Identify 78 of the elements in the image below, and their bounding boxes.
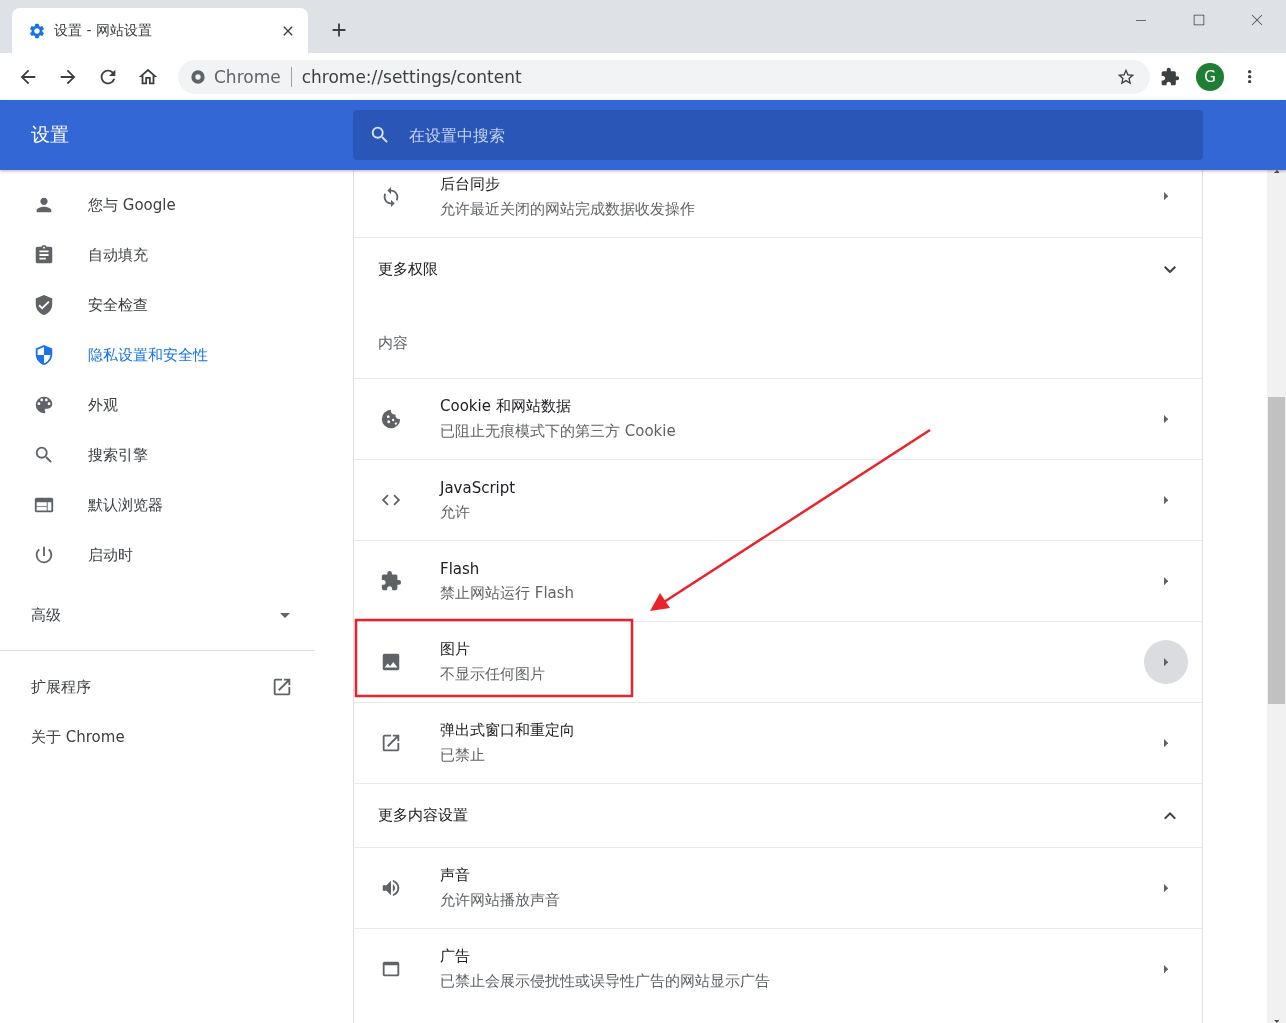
settings-icon — [28, 21, 46, 40]
url-text: chrome://settings/content — [301, 66, 523, 87]
sidebar-item[interactable]: 自动填充 — [0, 230, 315, 280]
scrollbar[interactable] — [1267, 170, 1286, 1023]
minimize-icon — [1135, 19, 1147, 21]
section-heading: 内容 — [378, 334, 408, 353]
tab-title: 设置 - 网站设置 — [54, 21, 153, 40]
row-title: 弹出式窗口和重定向 — [440, 721, 576, 740]
power-icon — [33, 544, 55, 566]
shield-check-icon — [33, 294, 55, 316]
sidebar-item[interactable]: 您与 Google — [0, 180, 315, 230]
dropdown-caret-icon — [280, 612, 290, 618]
row-title: Cookie 和网站数据 — [440, 397, 572, 416]
row-subtitle: 允许 — [440, 502, 471, 522]
row-title: 图片 — [440, 640, 471, 659]
puzzle-icon — [380, 570, 402, 592]
settings-row[interactable]: JavaScript 允许 — [354, 459, 1202, 540]
open-in-new-icon — [380, 732, 402, 754]
row-arrow-button[interactable] — [1144, 640, 1188, 684]
row-subtitle: 禁止网站运行 Flash — [440, 583, 576, 603]
search-icon — [369, 124, 391, 146]
site-label: Chrome — [214, 66, 281, 87]
row-subtitle: 已阻止无痕模式下的第三方 Cookie — [440, 422, 677, 441]
row-title: 声音 — [440, 866, 471, 885]
sidebar-item[interactable]: 搜索引擎 — [0, 430, 315, 480]
settings-row[interactable]: 广告 已禁止会展示侵扰性或误导性广告的网站显示广告 — [354, 928, 1202, 1009]
palette-icon — [33, 394, 55, 416]
sidebar-item[interactable]: 默认浏览器 — [0, 480, 315, 530]
clipboard-icon — [33, 244, 55, 266]
cookie-icon — [380, 408, 402, 430]
section-toggle[interactable]: 更多内容设置 — [354, 783, 1202, 847]
settings-row[interactable]: 弹出式窗口和重定向 已禁止 — [354, 702, 1202, 783]
caret-icon — [1163, 883, 1169, 893]
sidebar-item[interactable]: 安全检查 — [0, 280, 315, 330]
row-title: 后台同步 — [440, 174, 501, 194]
sidebar-link[interactable]: 扩展程序 — [0, 662, 315, 712]
chevron-up-icon — [1164, 811, 1176, 820]
more-icon — [1248, 69, 1252, 84]
settings-row[interactable]: Cookie 和网站数据 已阻止无痕模式下的第三方 Cookie — [354, 378, 1202, 459]
row-subtitle: 允许最近关闭的网站完成数据收发操作 — [440, 199, 696, 219]
sidebar-item[interactable]: 隐私设置和安全性 — [0, 330, 315, 380]
image-icon — [380, 651, 402, 673]
puzzle-icon — [1160, 66, 1180, 87]
sidebar-link[interactable]: 关于 Chrome — [0, 712, 315, 762]
browser-tab[interactable]: 设置 - 网站设置 — [12, 8, 308, 53]
row-subtitle: 已禁止 — [440, 746, 486, 765]
advanced-toggle[interactable]: 高级 — [0, 590, 315, 640]
row-title: Flash — [440, 559, 481, 578]
settings-row[interactable]: 后台同步 允许最近关闭的网站完成数据收发操作 — [354, 170, 1202, 237]
row-subtitle: 允许网站播放声音 — [440, 891, 561, 910]
settings-row[interactable]: 声音 允许网站播放声音 — [354, 847, 1202, 928]
profile-avatar[interactable]: G — [1196, 62, 1224, 91]
sidebar-item[interactable]: 外观 — [0, 380, 315, 430]
caret-icon — [1163, 192, 1169, 201]
caret-icon — [1163, 657, 1169, 667]
shield-icon — [33, 344, 55, 366]
section-toggle[interactable]: 更多权限 — [354, 237, 1202, 301]
row-title: JavaScript — [440, 478, 517, 497]
search-icon — [33, 444, 55, 466]
caret-icon — [1163, 576, 1169, 586]
address-bar[interactable]: Chrome chrome://settings/content — [178, 59, 1150, 94]
caret-icon — [1163, 964, 1169, 974]
scroll-down-icon — [1273, 1020, 1280, 1023]
row-subtitle: 不显示任何图片 — [440, 665, 546, 684]
caret-icon — [1163, 495, 1169, 505]
caret-icon — [1163, 738, 1169, 748]
settings-row[interactable]: 图片 不显示任何图片 — [354, 621, 1202, 702]
row-subtitle: 已禁止会展示侵扰性或误导性广告的网站显示广告 — [440, 972, 771, 991]
chevron-down-icon — [1164, 265, 1176, 274]
sidebar-item[interactable]: 启动时 — [0, 530, 315, 580]
row-title: 广告 — [440, 947, 471, 966]
open-in-new-icon — [271, 676, 293, 698]
search-field[interactable]: 在设置中搜索 — [353, 110, 1203, 160]
speaker-icon — [380, 877, 402, 899]
caret-icon — [1163, 414, 1169, 424]
scrollbar-thumb[interactable] — [1268, 397, 1285, 704]
page-title: 设置 — [30, 122, 70, 147]
site-info-icon — [190, 68, 206, 85]
